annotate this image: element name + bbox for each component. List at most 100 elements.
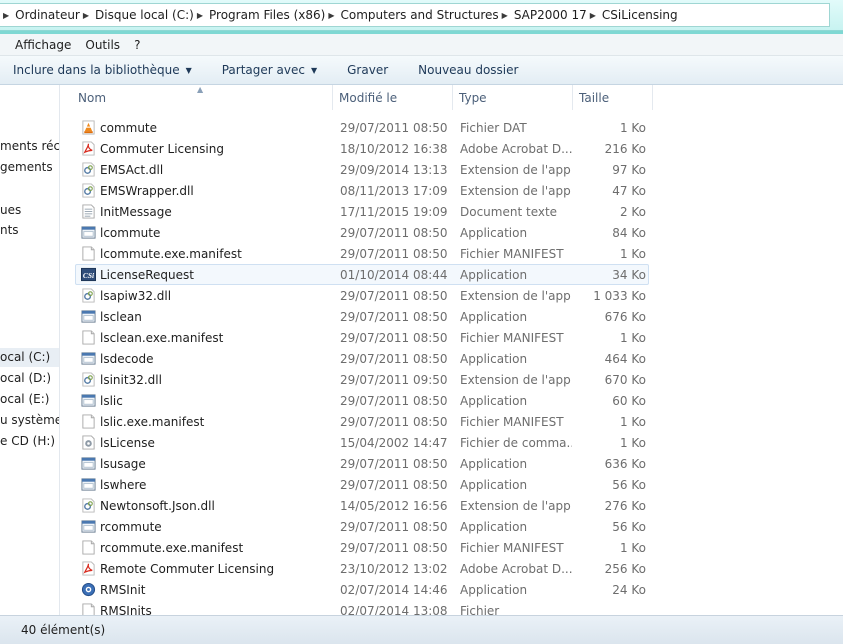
new-folder-label: Nouveau dossier bbox=[418, 63, 519, 77]
file-row[interactable]: EMSAct.dll 29/09/2014 13:13 Extension de l… bbox=[75, 159, 649, 180]
application-icon bbox=[81, 519, 96, 534]
batch-file-icon bbox=[81, 435, 96, 450]
breadcrumb-separator-icon[interactable]: ▶ bbox=[325, 11, 340, 20]
menu-item[interactable]: Affichage bbox=[15, 38, 71, 52]
file-name: lsusage bbox=[100, 457, 146, 471]
file-type: Extension de l'app... bbox=[460, 184, 572, 198]
file-row[interactable]: InitMessage 17/11/2015 19:09 Document text… bbox=[75, 201, 649, 222]
file-row[interactable]: RMSInit 02/07/2014 14:46 Application 24 Ko bbox=[75, 579, 649, 600]
file-size: 47 Ko bbox=[612, 184, 646, 198]
file-name: rcommute bbox=[100, 520, 162, 534]
file-type: Fichier bbox=[460, 604, 500, 615]
file-modified-date: 29/07/2011 08:50 bbox=[340, 394, 448, 408]
column-header-name[interactable]: Nom bbox=[72, 85, 333, 110]
nav-item-documents[interactable]: nts bbox=[0, 221, 19, 240]
file-name: lsLicense bbox=[100, 436, 155, 450]
breadcrumb-separator-icon[interactable]: ▶ bbox=[80, 11, 95, 20]
file-row[interactable]: lslic.exe.manifest 29/07/2011 08:50 Fichie… bbox=[75, 411, 649, 432]
file-row[interactable]: Newtonsoft.Json.dll 14/05/2012 16:56 Exten… bbox=[75, 495, 649, 516]
file-row[interactable]: lsapiw32.dll 29/07/2011 08:50 Extension de… bbox=[75, 285, 649, 306]
file-name: rcommute.exe.manifest bbox=[100, 541, 244, 555]
file-row[interactable]: lsLicense 15/04/2002 14:47 Fichier de comm… bbox=[75, 432, 649, 453]
file-row[interactable]: lsclean 29/07/2011 08:50 Application 676 Ko bbox=[75, 306, 649, 327]
menu-item[interactable]: Outils bbox=[85, 38, 120, 52]
file-modified-date: 29/07/2011 08:50 bbox=[340, 415, 448, 429]
file-type: Application bbox=[460, 583, 528, 597]
breadcrumb-item[interactable]: Program Files (x86) bbox=[209, 8, 325, 22]
nav-item-recent-places[interactable]: ments récen bbox=[0, 137, 59, 156]
new-folder-button[interactable]: Nouveau dossier bbox=[418, 63, 518, 77]
file-row[interactable]: EMSWrapper.dll 08/11/2013 17:09 Extension … bbox=[75, 180, 649, 201]
breadcrumb-item[interactable]: SAP2000 17 bbox=[514, 8, 587, 22]
file-modified-date: 17/11/2015 19:09 bbox=[340, 205, 448, 219]
file-row[interactable]: Commuter Licensing 18/10/2012 16:38 Adobe … bbox=[75, 138, 649, 159]
nav-item-cd-drive-h[interactable]: e CD (H:) bbox=[0, 432, 55, 451]
nav-item-system-reserved[interactable]: u système bbox=[0, 411, 59, 430]
nav-item-downloads[interactable]: gements bbox=[0, 158, 53, 177]
file-size: 1 Ko bbox=[619, 331, 646, 345]
breadcrumb-separator-icon[interactable]: ▶ bbox=[587, 11, 602, 20]
nav-item-drive-e[interactable]: ocal (E:) bbox=[0, 390, 49, 409]
breadcrumb-separator-icon[interactable]: ▶ bbox=[0, 11, 15, 20]
file-type: Fichier MANIFEST bbox=[460, 415, 564, 429]
file-modified-date: 29/07/2011 08:50 bbox=[340, 121, 448, 135]
file-modified-date: 23/10/2012 13:02 bbox=[340, 562, 448, 576]
file-row[interactable]: Remote Commuter Licensing 23/10/2012 13:0… bbox=[75, 558, 649, 579]
breadcrumb-item[interactable]: Disque local (C:) bbox=[95, 8, 194, 22]
include-in-library-button[interactable]: Inclure dans la bibliothèque ▼ bbox=[13, 63, 192, 77]
nav-item-drive-c[interactable]: ocal (C:) bbox=[0, 348, 59, 367]
file-row[interactable]: rcommute 29/07/2011 08:50 Application 56 Ko bbox=[75, 516, 649, 537]
file-modified-date: 29/07/2011 08:50 bbox=[340, 457, 448, 471]
nav-item-libraries[interactable]: ues bbox=[0, 201, 21, 220]
file-row[interactable]: lcommute.exe.manifest 29/07/2011 08:50 Fic… bbox=[75, 243, 649, 264]
file-modified-date: 29/07/2011 08:50 bbox=[340, 352, 448, 366]
file-row[interactable]: lcommute 29/07/2011 08:50 Application 84 Ko bbox=[75, 222, 649, 243]
share-with-button[interactable]: Partager avec ▼ bbox=[222, 63, 317, 77]
column-header-type[interactable]: Type bbox=[453, 85, 573, 110]
command-bar: Inclure dans la bibliothèque ▼ Partager … bbox=[0, 56, 843, 85]
file-row[interactable]: lsclean.exe.manifest 29/07/2011 08:50 Fich… bbox=[75, 327, 649, 348]
file-name: lsinit32.dll bbox=[100, 373, 162, 387]
file-row[interactable]: rcommute.exe.manifest 29/07/2011 08:50 Fic… bbox=[75, 537, 649, 558]
file-size: 636 Ko bbox=[604, 457, 646, 471]
file-type: Document texte bbox=[460, 205, 558, 219]
file-list[interactable]: commute 29/07/2011 08:50 Fichier DAT 1 Ko Co… bbox=[61, 117, 843, 615]
column-header-size[interactable]: Taille bbox=[573, 85, 653, 110]
breadcrumb-item[interactable]: Computers and Structures bbox=[340, 8, 498, 22]
file-row[interactable]: CSi LicenseRequest 01/10/2014 08:44 Applica… bbox=[75, 264, 649, 285]
file-modified-date: 14/05/2012 16:56 bbox=[340, 499, 448, 513]
file-type: Fichier DAT bbox=[460, 121, 527, 135]
file-row[interactable]: lswhere 29/07/2011 08:50 Application 56 Ko bbox=[75, 474, 649, 495]
file-row[interactable]: lsusage 29/07/2011 08:50 Application 636 Ko bbox=[75, 453, 649, 474]
file-size: 56 Ko bbox=[612, 520, 646, 534]
file-type: Fichier MANIFEST bbox=[460, 247, 564, 261]
breadcrumb-separator-icon[interactable]: ▶ bbox=[194, 11, 209, 20]
application-icon bbox=[81, 225, 96, 240]
file-modified-date: 29/07/2011 08:50 bbox=[340, 310, 448, 324]
nav-item-drive-d[interactable]: ocal (D:) bbox=[0, 369, 51, 388]
breadcrumb-separator-icon[interactable]: ▶ bbox=[499, 11, 514, 20]
file-name: Commuter Licensing bbox=[100, 142, 224, 156]
file-size: 97 Ko bbox=[612, 163, 646, 177]
file-size: 676 Ko bbox=[604, 310, 646, 324]
column-header-date[interactable]: Modifié le bbox=[333, 85, 453, 110]
file-row[interactable]: lsinit32.dll 29/07/2011 09:50 Extension de… bbox=[75, 369, 649, 390]
breadcrumb-item[interactable]: Ordinateur bbox=[15, 8, 80, 22]
file-modified-date: 29/09/2014 13:13 bbox=[340, 163, 448, 177]
file-row[interactable]: lsdecode 29/07/2011 08:50 Application 464 K… bbox=[75, 348, 649, 369]
file-name: RMSInit bbox=[100, 583, 146, 597]
breadcrumb[interactable]: ▶ Ordinateur ▶ Disque local (C:) ▶ Program Fi… bbox=[0, 3, 830, 27]
file-row[interactable]: RMSInits 02/07/2014 13:08 Fichier bbox=[75, 600, 649, 615]
file-type: Extension de l'app... bbox=[460, 289, 572, 303]
file-row[interactable]: lslic 29/07/2011 08:50 Application 60 Ko bbox=[75, 390, 649, 411]
file-type: Application bbox=[460, 310, 528, 324]
file-modified-date: 18/10/2012 16:38 bbox=[340, 142, 448, 156]
file-size: 1 Ko bbox=[619, 436, 646, 450]
burn-button[interactable]: Graver bbox=[347, 63, 388, 77]
breadcrumb-item[interactable]: CSiLicensing bbox=[602, 8, 678, 22]
file-size: 56 Ko bbox=[612, 478, 646, 492]
menu-item[interactable]: ? bbox=[134, 38, 140, 52]
svg-text:CSi: CSi bbox=[83, 271, 95, 280]
navigation-pane[interactable]: ments récen gements ues nts ocal (C:) oc… bbox=[0, 85, 60, 615]
file-row[interactable]: commute 29/07/2011 08:50 Fichier DAT 1 Ko bbox=[75, 117, 649, 138]
